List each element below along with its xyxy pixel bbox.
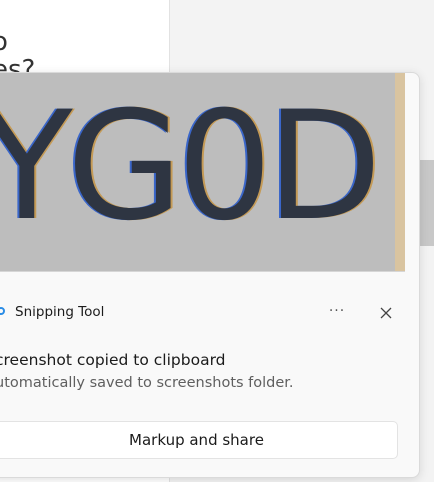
more-options-button[interactable]: ··· [323,299,351,325]
snipping-tool-icon [0,307,5,315]
markup-and-share-button[interactable]: Markup and share [0,421,398,459]
notification-header: Snipping Tool ··· [0,303,405,327]
background-scrollbar[interactable] [420,160,434,246]
screenshot-preview-edge [395,73,405,271]
screenshot-preview[interactable]: YG0D [0,73,405,272]
app-name: Snipping Tool [15,304,105,320]
notification-title: creenshot copied to clipboard [0,351,226,369]
notification-body: utomatically saved to screenshots folder… [0,375,294,391]
close-button[interactable] [373,299,399,325]
background-text-line1: o [0,27,8,57]
more-options-icon: ··· [328,303,346,319]
snipping-tool-notification[interactable]: YG0D Snipping Tool ··· creenshot copied … [0,72,420,478]
screenshot-preview-text: YG0D [0,80,382,254]
close-icon [380,307,392,318]
desktop-screen: o es? YG0D Snipping Tool ··· creenshot c… [0,0,434,482]
